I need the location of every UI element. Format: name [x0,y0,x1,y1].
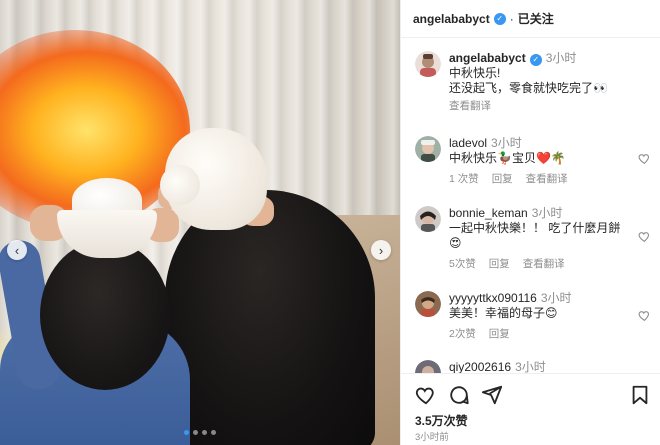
comment-time: 3小时 [540,291,572,305]
header-separator: · [509,11,514,26]
comment-body: ladevol 3小时 中秋快乐🦆宝贝❤️🌴 1 次赞 回复 查看翻译 [449,136,639,187]
post-header: angelababyct ✓ · 已关注 [401,0,660,38]
reply-button[interactable]: 回复 [489,328,510,340]
comment-body: yyyyyttkx090116 3小时 美美！幸福的母子😊 2次赞 回复 [449,291,639,342]
reply-button[interactable]: 回复 [489,258,510,270]
caption-time: 3小时 [545,51,577,65]
comment-meta: 5次赞 回复 查看翻译 [449,257,639,272]
heart-icon[interactable] [415,384,437,406]
verified-badge-icon: ✓ [529,54,542,66]
comment-text: 一起中秋快樂！！ 吃了什麼月餅 [449,221,621,235]
following-button[interactable]: 已关注 [518,10,554,27]
caption-username[interactable]: angelababyct [449,51,526,65]
comment-username[interactable]: ladevol [449,136,487,150]
comment-time: 3小时 [491,136,522,150]
comment-text: 中秋快乐🦆宝贝❤️🌴 [449,151,566,165]
avatar[interactable] [415,51,441,77]
comment-username[interactable]: bonnie_keman [449,206,528,220]
comment-body: qiy2002616 3小时 [449,360,639,373]
post-photo[interactable]: ‹ › [0,0,400,445]
caption-line-2: 还没起飞，零食就快吃完了👀 [449,81,608,95]
translate-link[interactable]: 查看翻译 [449,100,491,112]
avatar[interactable] [415,291,441,317]
comment-time: 3小时 [531,206,563,220]
woman-hair [165,190,375,445]
comment-body: bonnie_keman 3小时 一起中秋快樂！！ 吃了什麼月餅 😍 5次赞 回复… [449,206,639,272]
avatar[interactable] [415,206,441,232]
post-timestamp: 3小时前 [415,432,449,443]
avatar[interactable] [415,136,441,162]
comment-username[interactable]: qiy2002616 [449,360,511,373]
chevron-left-icon[interactable]: ‹ [7,240,27,260]
translate-link[interactable]: 查看翻译 [523,258,565,270]
bookmark-icon[interactable] [629,384,651,406]
comment-likes[interactable]: 5次赞 [449,258,476,270]
carousel-dot[interactable] [184,430,189,435]
post-actions-bar: 3.5万次赞 3小时前 [401,373,660,445]
comment-text-emoji: 😍 [449,236,462,250]
comment-likes[interactable]: 2次赞 [449,328,476,340]
carousel-dots [0,430,400,435]
heart-icon[interactable] [638,230,651,243]
send-icon[interactable] [481,384,503,406]
caption-line-1: 中秋快乐! [449,66,501,80]
chevron-right-icon[interactable]: › [371,240,391,260]
comment-time: 3小时 [515,360,546,373]
translate-link[interactable]: 查看翻译 [526,173,568,185]
reply-button[interactable]: 回复 [492,173,513,185]
post-side-panel: angelababyct ✓ · 已关注 angelababyct ✓ 3小时 中秋… [400,0,660,445]
verified-badge-icon: ✓ [493,12,506,25]
comment-likes[interactable]: 1 次赞 [449,173,479,185]
comment-meta: 1 次赞 回复 查看翻译 [449,172,639,187]
comments-list[interactable]: angelababyct ✓ 3小时 中秋快乐! 还没起飞，零食就快吃完了👀 查看翻… [401,38,660,373]
comment-username[interactable]: yyyyyttkx090116 [449,291,537,305]
header-username[interactable]: angelababyct [413,12,490,26]
heart-icon[interactable] [638,309,651,322]
child-head [40,240,170,390]
comment-icon[interactable] [448,384,470,406]
caption-body: angelababyct ✓ 3小时 中秋快乐! 还没起飞，零食就快吃完了👀 查看翻… [449,51,639,114]
carousel-dot[interactable] [193,430,198,435]
heart-icon[interactable] [638,152,651,165]
caption-meta: 查看翻译 [449,99,639,114]
comment-meta: 2次赞 回复 [449,327,639,342]
carousel-dot[interactable] [211,430,216,435]
avatar[interactable] [415,360,441,373]
likes-count[interactable]: 3.5万次赞 [415,412,468,429]
comment-text: 美美！幸福的母子😊 [449,306,558,320]
action-icons-row [415,384,651,406]
carousel-dot[interactable] [202,430,207,435]
pudding-large-bump [160,165,200,205]
